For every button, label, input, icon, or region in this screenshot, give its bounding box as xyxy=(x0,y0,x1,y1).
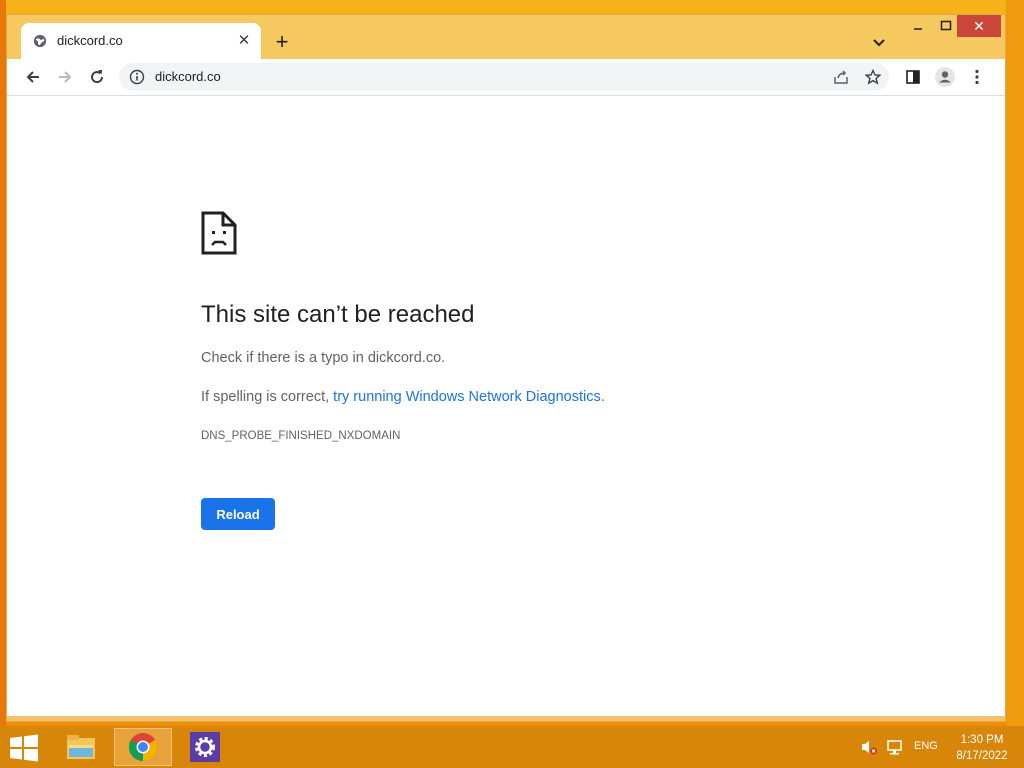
new-tab-button[interactable]: + xyxy=(269,29,295,55)
taskbar-file-explorer[interactable] xyxy=(52,728,110,766)
reload-toolbar-button[interactable] xyxy=(83,63,111,91)
globe-icon xyxy=(33,34,47,48)
sad-page-icon xyxy=(201,211,237,255)
forward-arrow-icon xyxy=(59,71,72,83)
taskbar-chrome[interactable] xyxy=(114,728,172,766)
bookmark-button[interactable] xyxy=(859,63,887,91)
taskbar-settings[interactable] xyxy=(176,728,234,766)
network-icon[interactable] xyxy=(886,738,904,756)
taskbar: ENG 1:30 PM 8/17/2022 xyxy=(0,726,1024,768)
browser-window: dickcord.co ✕ + ✕ dickcord.co This site … xyxy=(6,14,1006,722)
maximize-icon xyxy=(940,20,952,31)
folder-icon xyxy=(67,735,95,759)
side-panel-button[interactable] xyxy=(899,63,927,91)
diagnostics-hint-suffix: . xyxy=(600,389,605,405)
diagnostics-link[interactable]: try running Windows Network Diagnostics xyxy=(333,389,601,405)
side-panel-icon xyxy=(906,70,920,84)
star-icon xyxy=(865,69,881,85)
page-content: This site can’t be reached Check if ther… xyxy=(7,96,1005,716)
minimize-button[interactable] xyxy=(903,15,933,37)
reload-button[interactable]: Reload xyxy=(201,498,275,530)
share-button[interactable] xyxy=(827,63,855,91)
share-icon xyxy=(834,70,848,84)
chrome-icon xyxy=(129,733,157,761)
speaker-muted-icon[interactable] xyxy=(860,738,878,756)
url-text[interactable]: dickcord.co xyxy=(155,69,221,84)
language-indicator[interactable]: ENG xyxy=(914,740,938,752)
forward-button[interactable] xyxy=(51,63,79,91)
title-bar: dickcord.co ✕ + ✕ xyxy=(7,15,1005,59)
close-window-button[interactable]: ✕ xyxy=(957,15,1001,37)
profile-button[interactable] xyxy=(931,63,959,91)
diagnostics-hint-prefix: If spelling is correct, xyxy=(201,389,334,405)
tab-title: dickcord.co xyxy=(57,33,123,48)
address-bar[interactable]: dickcord.co xyxy=(119,63,889,91)
close-icon: ✕ xyxy=(973,17,985,34)
kebab-menu-icon xyxy=(975,69,979,85)
desktop-background-right xyxy=(1006,0,1024,726)
refresh-icon xyxy=(91,70,104,84)
browser-toolbar: dickcord.co xyxy=(7,59,1005,96)
diagnostics-hint: If spelling is correct, try running Wind… xyxy=(201,389,605,405)
error-title: This site can’t be reached xyxy=(201,301,475,328)
browser-tab[interactable]: dickcord.co ✕ xyxy=(21,23,261,59)
back-button[interactable] xyxy=(19,63,47,91)
gear-icon xyxy=(190,732,220,762)
chevron-down-icon[interactable] xyxy=(869,33,889,53)
back-arrow-icon xyxy=(26,71,39,83)
clock-date[interactable]: 8/17/2022 xyxy=(952,750,1012,762)
tab-close-icon[interactable]: ✕ xyxy=(235,31,253,49)
menu-button[interactable] xyxy=(963,63,991,91)
typo-hint: Check if there is a typo in dickcord.co. xyxy=(201,350,446,366)
windows-start-icon[interactable] xyxy=(6,732,42,764)
minimize-icon xyxy=(914,28,922,30)
info-icon[interactable] xyxy=(129,69,145,85)
avatar-icon xyxy=(935,67,955,87)
clock-time[interactable]: 1:30 PM xyxy=(960,734,1004,746)
error-code: DNS_PROBE_FINISHED_NXDOMAIN xyxy=(201,430,401,442)
